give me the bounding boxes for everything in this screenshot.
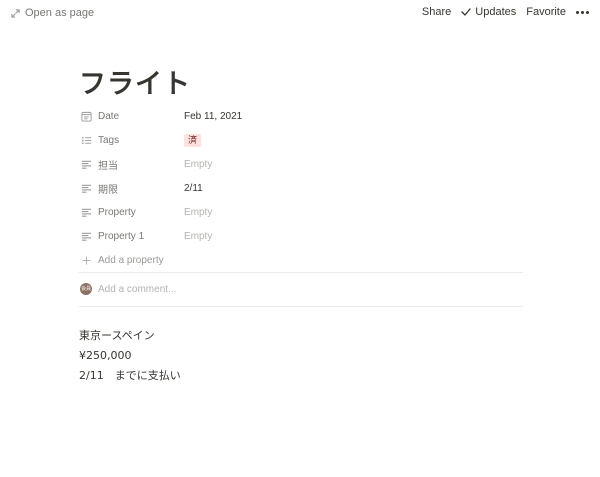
text-lines-icon [81,184,92,193]
add-property-button[interactable]: Add a property [79,248,523,272]
tag-badge: 済 [184,133,202,147]
property-name-date[interactable]: Date [79,111,184,122]
property-list: Date Feb 11, 2021 Tags 済 担当 Empty 期限 2/1… [79,104,523,272]
updates-label: Updates [475,6,517,18]
property-value-property-1[interactable]: Empty [184,231,523,242]
property-name-property[interactable]: Property [79,207,184,218]
property-name-property-1[interactable]: Property 1 [79,231,184,242]
plus-icon [82,255,91,265]
topbar: Open as page Share Updates Favorite [0,0,600,28]
property-row-date: Date Feb 11, 2021 [79,104,523,128]
comment-input[interactable]: Add a comment... [98,284,176,295]
property-value-date[interactable]: Feb 11, 2021 [184,111,523,122]
divider [79,306,523,307]
calendar-icon [81,111,92,122]
list-icon [82,136,92,144]
text-block[interactable]: 東京ースペイン [79,327,181,347]
open-as-page-button[interactable]: Open as page [11,7,94,19]
avatar: 会員 [80,283,92,295]
property-label: 担当 [98,160,118,172]
add-property-label: Add a property [98,254,164,266]
property-row-deadline: 期限 2/11 [79,176,523,200]
text-lines-icon [81,232,92,241]
divider [79,272,523,273]
property-label: 期限 [98,184,118,196]
property-label: Date [98,110,120,122]
text-lines-icon [81,160,92,169]
text-block[interactable]: ¥250,000 [79,347,181,367]
property-value-assignee[interactable]: Empty [184,159,523,170]
more-options-icon[interactable] [576,7,589,18]
text-block[interactable]: 2/11 までに支払い [79,367,181,387]
property-name-deadline[interactable]: 期限 [79,181,184,196]
property-value-tags[interactable]: 済 [184,133,523,147]
property-name-assignee[interactable]: 担当 [79,157,184,172]
topbar-actions: Share Updates Favorite [422,6,589,18]
property-value-property[interactable]: Empty [184,207,523,218]
updates-button[interactable]: Updates [461,6,516,18]
property-value-deadline[interactable]: 2/11 [184,183,523,194]
page-content: 東京ースペイン ¥250,000 2/11 までに支払い [79,327,181,387]
property-row-property: Property Empty [79,200,523,224]
text-lines-icon [81,208,92,217]
expand-arrows-icon [11,8,20,18]
open-as-page-label: Open as page [25,7,95,19]
comment-row: 会員 Add a comment... [80,283,176,295]
share-button[interactable]: Share [422,6,451,18]
checkmark-icon [461,8,471,16]
property-name-tags[interactable]: Tags [79,135,184,146]
favorite-button[interactable]: Favorite [526,6,566,18]
property-row-assignee: 担当 Empty [79,152,523,176]
property-label: Property 1 [98,230,145,242]
property-label: Tags [98,134,120,146]
page-title[interactable]: フライト [79,62,191,101]
property-row-property-1: Property 1 Empty [79,224,523,248]
property-row-tags: Tags 済 [79,128,523,152]
property-label: Property [98,206,136,218]
